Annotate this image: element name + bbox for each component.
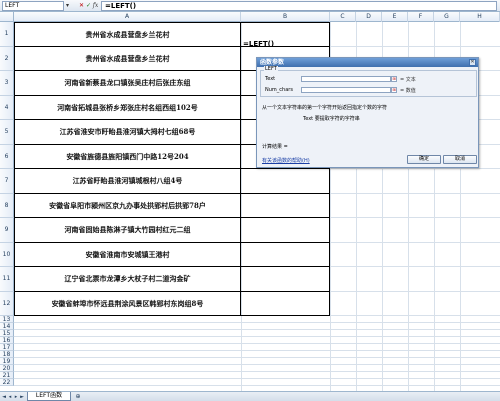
row-header-7[interactable]: 7 — [0, 169, 14, 194]
row-header-3[interactable]: 3 — [0, 71, 14, 96]
row-header-17[interactable]: 17 — [0, 344, 14, 351]
row-header-11[interactable]: 11 — [0, 267, 14, 292]
column-header-a[interactable]: A — [14, 12, 241, 22]
row-header-16[interactable]: 16 — [0, 337, 14, 344]
row-header-8[interactable]: 8 — [0, 193, 14, 218]
column-header-b[interactable]: B — [241, 12, 330, 22]
argument-description: Text 要提取字符的字符串 — [303, 116, 360, 122]
cell-a10[interactable]: 安徽省淮南市安城镇王港村 — [14, 242, 241, 267]
name-box-dropdown-icon[interactable]: ▾ — [66, 1, 72, 11]
insert-function-icon[interactable]: fx — [92, 1, 99, 11]
row-header-21[interactable]: 21 — [0, 372, 14, 379]
arguments-group: LEFT Text ⊞ = 文本 Num_chars ⊞ = 数值 — [260, 66, 477, 97]
row-header-15[interactable]: 15 — [0, 330, 14, 337]
formula-result: 计算结果 = — [262, 144, 288, 150]
formula-input[interactable]: =LEFT() — [101, 1, 497, 11]
cell-b12[interactable] — [241, 291, 330, 316]
last-sheet-icon[interactable]: ► — [19, 393, 25, 401]
function-help-link[interactable]: 有关该函数的帮助(H) — [262, 157, 310, 164]
formula-bar: LEFT ▾ ✕ ✓ fx =LEFT() — [0, 0, 500, 12]
row-header-9[interactable]: 9 — [0, 218, 14, 243]
row-header-22[interactable]: 22 — [0, 379, 14, 386]
cell-b1[interactable]: =LEFT() — [243, 40, 274, 48]
row-header-1[interactable]: 1 — [0, 22, 14, 47]
cell-a2[interactable]: 贵州省水成县营盘乡兰花村 — [14, 46, 241, 71]
row-header-5[interactable]: 5 — [0, 120, 14, 145]
row-header-10[interactable]: 10 — [0, 242, 14, 267]
cell-a8[interactable]: 安徽省阜阳市颍州区京九办事处拱郢村后拱郢78户 — [14, 193, 241, 218]
cell-a5[interactable]: 江苏省淮安市盱眙县淮河镇大拇村七组68号 — [14, 120, 241, 145]
column-header-d[interactable]: D — [356, 12, 382, 22]
cell-b9[interactable] — [241, 218, 330, 243]
function-description: 从一个文本字符串的第一个字符开始返回指定个数的字符 — [262, 105, 388, 111]
row-header-12[interactable]: 12 — [0, 291, 14, 316]
select-all-corner[interactable] — [0, 12, 14, 22]
sheet-tab-left-function[interactable]: LEFT函数 — [27, 392, 71, 401]
cancel-formula-icon[interactable]: ✕ — [78, 1, 85, 11]
row-header-14[interactable]: 14 — [0, 323, 14, 330]
dialog-title: 函数参数 — [257, 58, 478, 67]
sheet-tab-bar: ◄ ◂ ▸ ► LEFT函数 ⊕ — [0, 391, 500, 401]
arg-num-chars-value: = 数值 — [400, 88, 416, 94]
cell-a11[interactable]: 辽宁省北票市龙潭乡大杖子村二道沟金矿 — [14, 267, 241, 292]
function-arguments-dialog: 函数参数 ✕ LEFT Text ⊞ = 文本 Num_chars ⊞ = 数值… — [256, 57, 479, 168]
cell-b7[interactable] — [241, 169, 330, 194]
column-header-g[interactable]: G — [434, 12, 460, 22]
name-box[interactable]: LEFT — [2, 1, 64, 11]
column-header-e[interactable]: E — [382, 12, 408, 22]
ok-button[interactable]: 确定 — [407, 155, 441, 164]
function-name-label: LEFT — [264, 66, 278, 72]
collapse-dialog-icon[interactable]: ⊞ — [391, 87, 397, 93]
cell-b10[interactable] — [241, 242, 330, 267]
arg-num-chars-input[interactable] — [301, 87, 391, 93]
cell-a1[interactable]: 贵州省水成县营盘乡兰花村 — [14, 22, 241, 47]
row-header-18[interactable]: 18 — [0, 351, 14, 358]
column-header-h[interactable]: H — [460, 12, 500, 22]
column-header-f[interactable]: F — [408, 12, 434, 22]
cell-a9[interactable]: 河南省固始县陈淋子镇大竹园村红元二组 — [14, 218, 241, 243]
column-header-row: A B C D E F G H — [0, 12, 500, 22]
cell-a7[interactable]: 江苏省盱眙县淮河镇城根村八组4号 — [14, 169, 241, 194]
arg-text-label: Text — [265, 76, 276, 82]
row-header-4[interactable]: 4 — [0, 95, 14, 120]
cell-b8[interactable] — [241, 193, 330, 218]
arg-text-input[interactable] — [301, 76, 391, 82]
row-header-20[interactable]: 20 — [0, 365, 14, 372]
row-header-13[interactable]: 13 — [0, 316, 14, 323]
arg-text-value: = 文本 — [400, 77, 416, 83]
arg-num-chars-label: Num_chars — [265, 87, 293, 93]
close-icon[interactable]: ✕ — [469, 59, 476, 66]
enter-formula-icon[interactable]: ✓ — [85, 1, 92, 11]
collapse-dialog-icon[interactable]: ⊞ — [391, 76, 397, 82]
row-header-19[interactable]: 19 — [0, 358, 14, 365]
cell-b11[interactable] — [241, 267, 330, 292]
row-header-6[interactable]: 6 — [0, 144, 14, 169]
cell-a6[interactable]: 安徽省旌德县旌阳镇西门中路12号204 — [14, 144, 241, 169]
insert-sheet-icon[interactable]: ⊕ — [74, 393, 82, 401]
cell-a4[interactable]: 河南省拓城县张桥乡郑张庄村名组西组102号 — [14, 95, 241, 120]
cell-a3[interactable]: 河南省新蔡县龙口镇张吴庄村后张庄东组 — [14, 71, 241, 96]
cancel-button[interactable]: 取消 — [443, 155, 477, 164]
cell-a12[interactable]: 安徽省蚌埠市怀远县荆涂风景区韩郢村东岗组8号 — [14, 291, 241, 316]
column-header-c[interactable]: C — [330, 12, 356, 22]
row-header-2[interactable]: 2 — [0, 46, 14, 71]
